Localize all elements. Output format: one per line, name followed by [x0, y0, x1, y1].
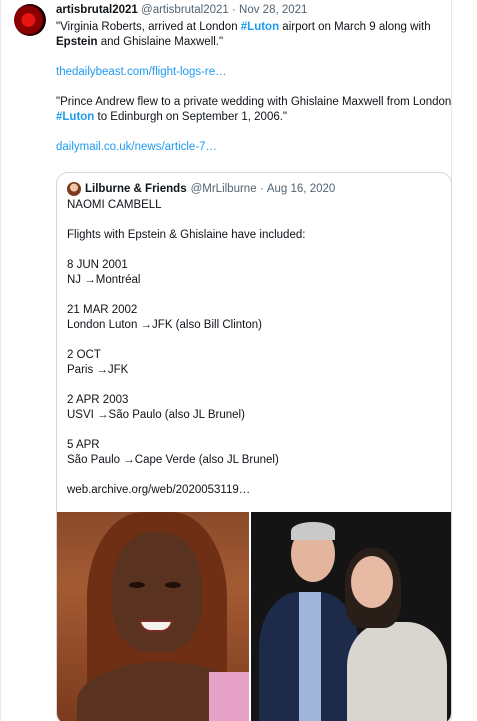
quote-header: Lilburne & Friends @MrLilburne · Aug 16,…: [67, 181, 441, 197]
photo-shape: [209, 672, 249, 721]
quote-header-separator: ·: [259, 183, 264, 195]
quote-line: São Paulo →Cape Verde (also JL Brunel): [67, 454, 279, 466]
tweet-date[interactable]: Nov 28, 2021: [239, 4, 307, 16]
header-separator: ·: [231, 4, 236, 16]
quote-line: 2 APR 2003: [67, 394, 129, 406]
quote-line: [67, 288, 441, 303]
tweet-header: artisbrutal2021 @artisbrutal2021 · Nov 2…: [56, 4, 452, 20]
author-avatar[interactable]: [14, 4, 46, 36]
quote-line: NJ →Montréal: [67, 274, 141, 286]
quote-line: 21 MAR 2002: [67, 304, 138, 316]
text-span: airport on March 9 along with: [279, 21, 431, 33]
quoted-tweet[interactable]: Lilburne & Friends @MrLilburne · Aug 16,…: [56, 172, 452, 721]
tweet-text: "Virginia Roberts, arrived at London #Lu…: [56, 20, 452, 155]
quote-author-name: Lilburne & Friends: [85, 183, 187, 195]
text-span: and Ghislaine Maxwell.": [97, 36, 224, 48]
quote-line: 2 OCT: [67, 349, 101, 361]
tweet-paragraph-1: "Virginia Roberts, arrived at London #Lu…: [56, 20, 452, 50]
photo-shape: [165, 582, 181, 588]
quote-line: [67, 243, 441, 258]
quote-link[interactable]: web.archive.org/web/2020053119…: [67, 483, 441, 498]
text-span: to Edinburgh on September 1, 2006.": [94, 111, 288, 123]
quote-line: [67, 468, 441, 483]
quote-line: NAOMI CAMBELL: [67, 199, 162, 211]
hashtag-luton[interactable]: #Luton: [56, 111, 94, 123]
photo-shape: [299, 592, 321, 721]
hashtag-luton[interactable]: #Luton: [241, 21, 279, 33]
quote-author-handle: @MrLilburne: [190, 183, 257, 195]
quote-line: 5 APR: [67, 439, 100, 451]
photo-shape: [347, 622, 447, 721]
quote-line: 8 JUN 2001: [67, 259, 128, 271]
bold-text: Epstein: [56, 36, 98, 48]
quote-text: NAOMI CAMBELL Flights with Epstein & Ghi…: [67, 198, 441, 498]
photo-shape: [351, 556, 393, 608]
couple-photo[interactable]: [251, 512, 451, 721]
text-span: "Virginia Roberts, arrived at London: [56, 21, 241, 33]
portrait-photo[interactable]: [57, 512, 249, 721]
photo-shape: [112, 532, 202, 652]
tweet-content: artisbrutal2021 @artisbrutal2021 · Nov 2…: [56, 4, 452, 721]
quote-line: [67, 333, 441, 348]
quote-line: USVI →São Paulo (also JL Brunel): [67, 409, 245, 421]
quote-line: London Luton →JFK (also Bill Clinton): [67, 319, 262, 331]
author-handle[interactable]: @artisbrutal2021: [141, 4, 229, 16]
quote-line: [67, 423, 441, 438]
link-dailybeast[interactable]: thedailybeast.com/flight-logs-re…: [56, 65, 452, 80]
text-span: "Prince Andrew flew to a private wedding…: [56, 96, 452, 108]
author-name[interactable]: artisbrutal2021: [56, 4, 138, 16]
photo-shape: [129, 582, 145, 588]
photo-shape: [291, 522, 335, 540]
tweet-paragraph-2: "Prince Andrew flew to a private wedding…: [56, 95, 452, 125]
timeline-border-left: [0, 0, 1, 721]
quote-line: [67, 378, 441, 393]
quote-line: Paris →JFK: [67, 364, 129, 376]
quote-author-avatar: [67, 182, 81, 196]
link-dailymail[interactable]: dailymail.co.uk/news/article-7…: [56, 140, 452, 155]
quote-date: Aug 16, 2020: [266, 183, 336, 195]
quote-line: Flights with Epstein & Ghislaine have in…: [67, 229, 306, 241]
quote-line: [67, 213, 441, 228]
quote-media: [57, 512, 451, 721]
